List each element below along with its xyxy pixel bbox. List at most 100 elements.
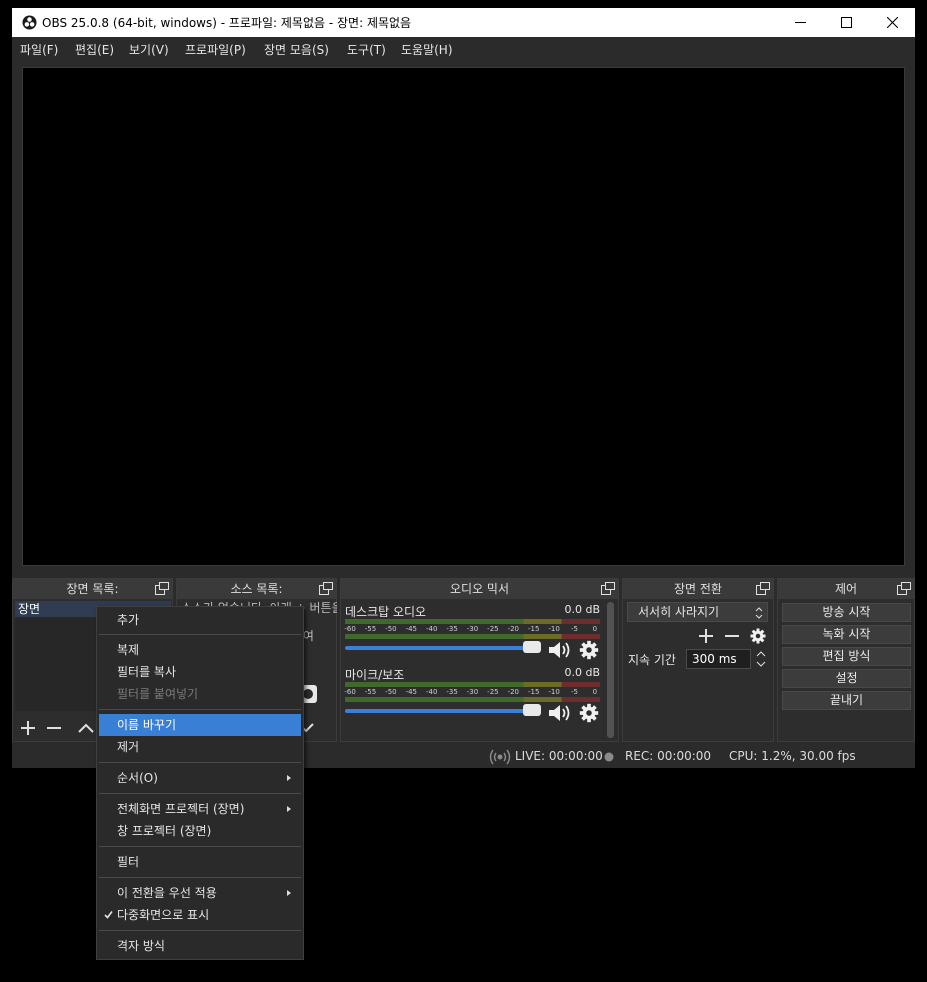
- close-button[interactable]: [869, 8, 915, 37]
- transition-properties-button[interactable]: [747, 625, 769, 647]
- spinner-arrows-icon: [756, 651, 766, 667]
- mixer-dock-title: 오디오 믹서: [449, 582, 509, 596]
- gear-icon: [750, 628, 766, 644]
- title-bar[interactable]: OBS 25.0.8 (64-bit, windows) - 프로파일: 제목없…: [12, 8, 915, 37]
- menu-item-paste-filters: 필터를 붙여넣기: [117, 687, 199, 701]
- speaker-icon[interactable]: [547, 702, 571, 724]
- add-scene-button[interactable]: [17, 717, 39, 739]
- duration-spinner[interactable]: [753, 649, 769, 669]
- menu-scene-collection[interactable]: 장면 모음(S): [264, 41, 329, 58]
- menu-item-order[interactable]: 순서(O): [99, 767, 301, 789]
- minus-icon: [725, 635, 739, 637]
- undock-icon[interactable]: [319, 582, 333, 595]
- up-down-arrows-icon: [755, 607, 763, 619]
- menu-item-fullscreen-projector[interactable]: 전체화면 프로젝터 (장면): [99, 798, 301, 820]
- volume-slider[interactable]: [345, 646, 525, 650]
- sources-dock-title: 소스 목록:: [230, 582, 283, 596]
- transition-select[interactable]: 서서히 사라지기: [627, 602, 768, 622]
- speaker-icon[interactable]: [547, 639, 571, 661]
- undock-icon[interactable]: [601, 582, 615, 595]
- checkmark-icon: [104, 911, 113, 919]
- menu-item-copy-filters[interactable]: 필터를 복사: [99, 661, 301, 683]
- minus-icon: [47, 727, 61, 729]
- channel-db: 0.0 dB: [564, 666, 600, 679]
- sources-dock-header: 소스 목록:: [177, 579, 336, 599]
- menu-profile[interactable]: 프로파일(P): [185, 41, 246, 58]
- minimize-button[interactable]: [777, 8, 823, 37]
- submenu-arrow-icon: [287, 806, 291, 812]
- remove-transition-button[interactable]: [721, 625, 743, 647]
- scene-transitions-dock: 장면 전환 서서히 사라지기 지속 기간 300 ms: [622, 578, 774, 742]
- add-transition-button[interactable]: [695, 625, 717, 647]
- menu-item-rename[interactable]: 이름 바꾸기: [99, 714, 301, 736]
- menu-item-remove[interactable]: 제거: [99, 736, 301, 758]
- transition-select-arrows[interactable]: [751, 603, 767, 623]
- preview-canvas[interactable]: [22, 67, 905, 566]
- channel-name: 마이크/보조: [345, 668, 405, 682]
- menu-separator: [99, 762, 301, 763]
- meter-ticks: -60 -55 -50 -45 -40 -35 -30 -25 -20 -15 …: [344, 688, 598, 696]
- plus-icon: [699, 629, 713, 643]
- menu-item-windowed-projector[interactable]: 창 프로젝터 (장면): [99, 820, 301, 842]
- scene-context-menu: 추가 복제 필터를 복사 필터를 붙여넣기 이름 바꾸기 제거 순서(O) 전체…: [96, 606, 304, 960]
- obs-logo-icon: [22, 15, 37, 30]
- undock-icon[interactable]: [155, 582, 169, 595]
- settings-button[interactable]: 설정: [782, 669, 911, 688]
- duration-label: 지속 기간: [628, 653, 676, 667]
- menu-item-filters[interactable]: 필터: [99, 851, 301, 873]
- menu-help[interactable]: 도움말(H): [401, 41, 453, 58]
- undock-icon[interactable]: [756, 582, 770, 595]
- maximize-icon: [840, 17, 852, 28]
- menu-tools[interactable]: 도구(T): [347, 41, 386, 58]
- menu-view[interactable]: 보기(V): [129, 41, 169, 58]
- minimize-icon: [794, 22, 806, 23]
- scenes-dock-title: 장면 목록:: [66, 582, 119, 596]
- volume-slider[interactable]: [345, 709, 525, 713]
- chevron-up-icon: [78, 723, 94, 733]
- menu-item-grid-mode[interactable]: 격자 방식: [99, 935, 301, 957]
- menu-item-add[interactable]: 추가: [99, 609, 301, 631]
- controls-dock: 제어 방송 시작 녹화 시작 편집 방식 설정 끝내기: [777, 578, 915, 742]
- volume-slider-handle[interactable]: [523, 704, 541, 716]
- menu-edit[interactable]: 편집(E): [75, 41, 114, 58]
- menu-separator: [99, 877, 301, 878]
- window-title: OBS 25.0.8 (64-bit, windows) - 프로파일: 제목없…: [42, 16, 412, 30]
- live-status: LIVE: 00:00:00: [515, 749, 603, 763]
- transition-select-value: 서서히 사라지기: [638, 605, 720, 619]
- remove-scene-button[interactable]: [43, 717, 65, 739]
- cpu-status: CPU: 1.2%, 30.00 fps: [729, 749, 856, 763]
- menu-item-duplicate[interactable]: 복제: [99, 639, 301, 661]
- transitions-dock-header: 장면 전환: [623, 579, 773, 599]
- controls-dock-header: 제어: [778, 579, 914, 599]
- undock-icon[interactable]: [897, 582, 911, 595]
- duration-input[interactable]: 300 ms: [686, 649, 751, 669]
- meter-ticks: -60 -55 -50 -45 -40 -35 -30 -25 -20 -15 …: [344, 625, 598, 633]
- exit-button[interactable]: 끝내기: [782, 691, 911, 710]
- start-streaming-button[interactable]: 방송 시작: [782, 603, 911, 622]
- close-icon: [886, 17, 898, 28]
- menu-separator: [99, 634, 301, 635]
- menu-item-transition-override[interactable]: 이 전환을 우선 적용: [99, 882, 301, 904]
- mixer-scrollbar[interactable]: [607, 602, 614, 738]
- mixer-dock-header: 오디오 믹서: [341, 579, 618, 599]
- start-recording-button[interactable]: 녹화 시작: [782, 625, 911, 644]
- volume-slider-handle[interactable]: [523, 641, 541, 653]
- menu-bar: 파일(F) 편집(E) 보기(V) 프로파일(P) 장면 모음(S) 도구(T)…: [12, 37, 915, 59]
- menu-item-show-in-multiview[interactable]: 다중화면으로 표시: [99, 904, 301, 926]
- broadcast-icon: [489, 749, 511, 765]
- gear-icon[interactable]: [577, 639, 601, 661]
- channel-name: 데스크탑 오디오: [345, 605, 427, 619]
- menu-separator: [99, 930, 301, 931]
- menu-file[interactable]: 파일(F): [20, 41, 58, 58]
- menu-separator: [99, 793, 301, 794]
- audio-mixer-dock: 오디오 믹서 데스크탑 오디오 0.0 dB -60 -55 -50 -45 -…: [340, 578, 619, 742]
- scenes-dock-header: 장면 목록:: [13, 579, 172, 599]
- transitions-dock-title: 장면 전환: [674, 582, 722, 596]
- studio-mode-button[interactable]: 편집 방식: [782, 647, 911, 666]
- submenu-arrow-icon: [287, 775, 291, 781]
- move-scene-up-button[interactable]: [75, 717, 97, 739]
- channel-db: 0.0 dB: [564, 603, 600, 616]
- gear-icon[interactable]: [577, 702, 601, 724]
- maximize-button[interactable]: [823, 8, 869, 37]
- menu-separator: [99, 709, 301, 710]
